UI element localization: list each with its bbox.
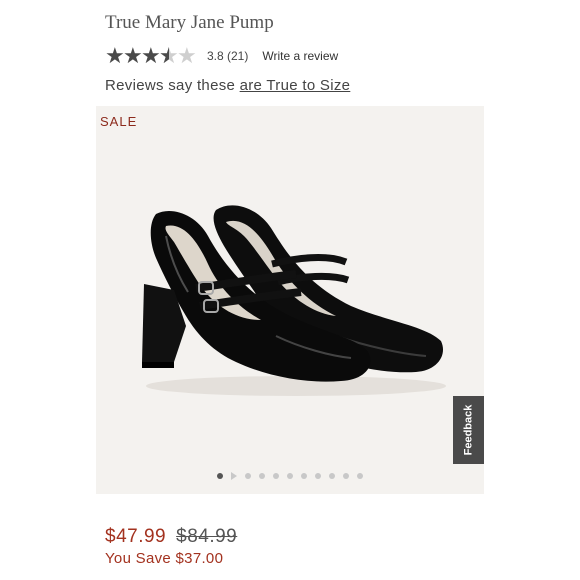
product-title: True Mary Jane Pump	[105, 12, 274, 33]
play-icon[interactable]	[231, 472, 237, 480]
carousel-dot[interactable]	[245, 473, 251, 479]
star-filled-icon: ★	[105, 43, 125, 68]
feedback-tab[interactable]: Feedback	[453, 396, 484, 464]
carousel-dot[interactable]	[301, 473, 307, 479]
carousel-dot[interactable]	[287, 473, 293, 479]
carousel-dot[interactable]	[329, 473, 335, 479]
product-image	[142, 205, 446, 396]
write-review-link[interactable]: Write a review	[262, 49, 338, 63]
feedback-label: Feedback	[462, 404, 475, 456]
carousel-indicators	[96, 472, 484, 480]
carousel-dot[interactable]	[343, 473, 349, 479]
sale-badge: SALE	[100, 114, 138, 129]
carousel-dot[interactable]	[217, 473, 223, 479]
rating-count[interactable]: 3.8 (21)	[207, 49, 248, 63]
star-empty-icon: ★	[177, 43, 197, 68]
rating-row: ★ ★ ★ ★ ★ 3.8 (21) Write a review	[105, 43, 338, 68]
price-row: $47.99 $84.99	[105, 526, 237, 548]
savings-text: You Save $37.00	[105, 550, 224, 567]
carousel-dot[interactable]	[273, 473, 279, 479]
product-image-gallery[interactable]: SALE Feedback	[96, 106, 484, 494]
carousel-dot[interactable]	[357, 473, 363, 479]
star-half-icon: ★	[159, 45, 179, 68]
star-filled-icon: ★	[141, 43, 161, 68]
sale-price: $47.99	[105, 526, 167, 547]
fit-note-prefix: Reviews say these	[105, 77, 240, 94]
original-price: $84.99	[176, 526, 238, 547]
star-filled-icon: ★	[123, 43, 143, 68]
carousel-dot[interactable]	[259, 473, 265, 479]
true-to-size-link[interactable]: are True to Size	[240, 77, 351, 94]
star-rating[interactable]: ★ ★ ★ ★ ★	[105, 43, 197, 68]
carousel-dot[interactable]	[315, 473, 321, 479]
fit-note: Reviews say these are True to Size	[105, 77, 350, 94]
